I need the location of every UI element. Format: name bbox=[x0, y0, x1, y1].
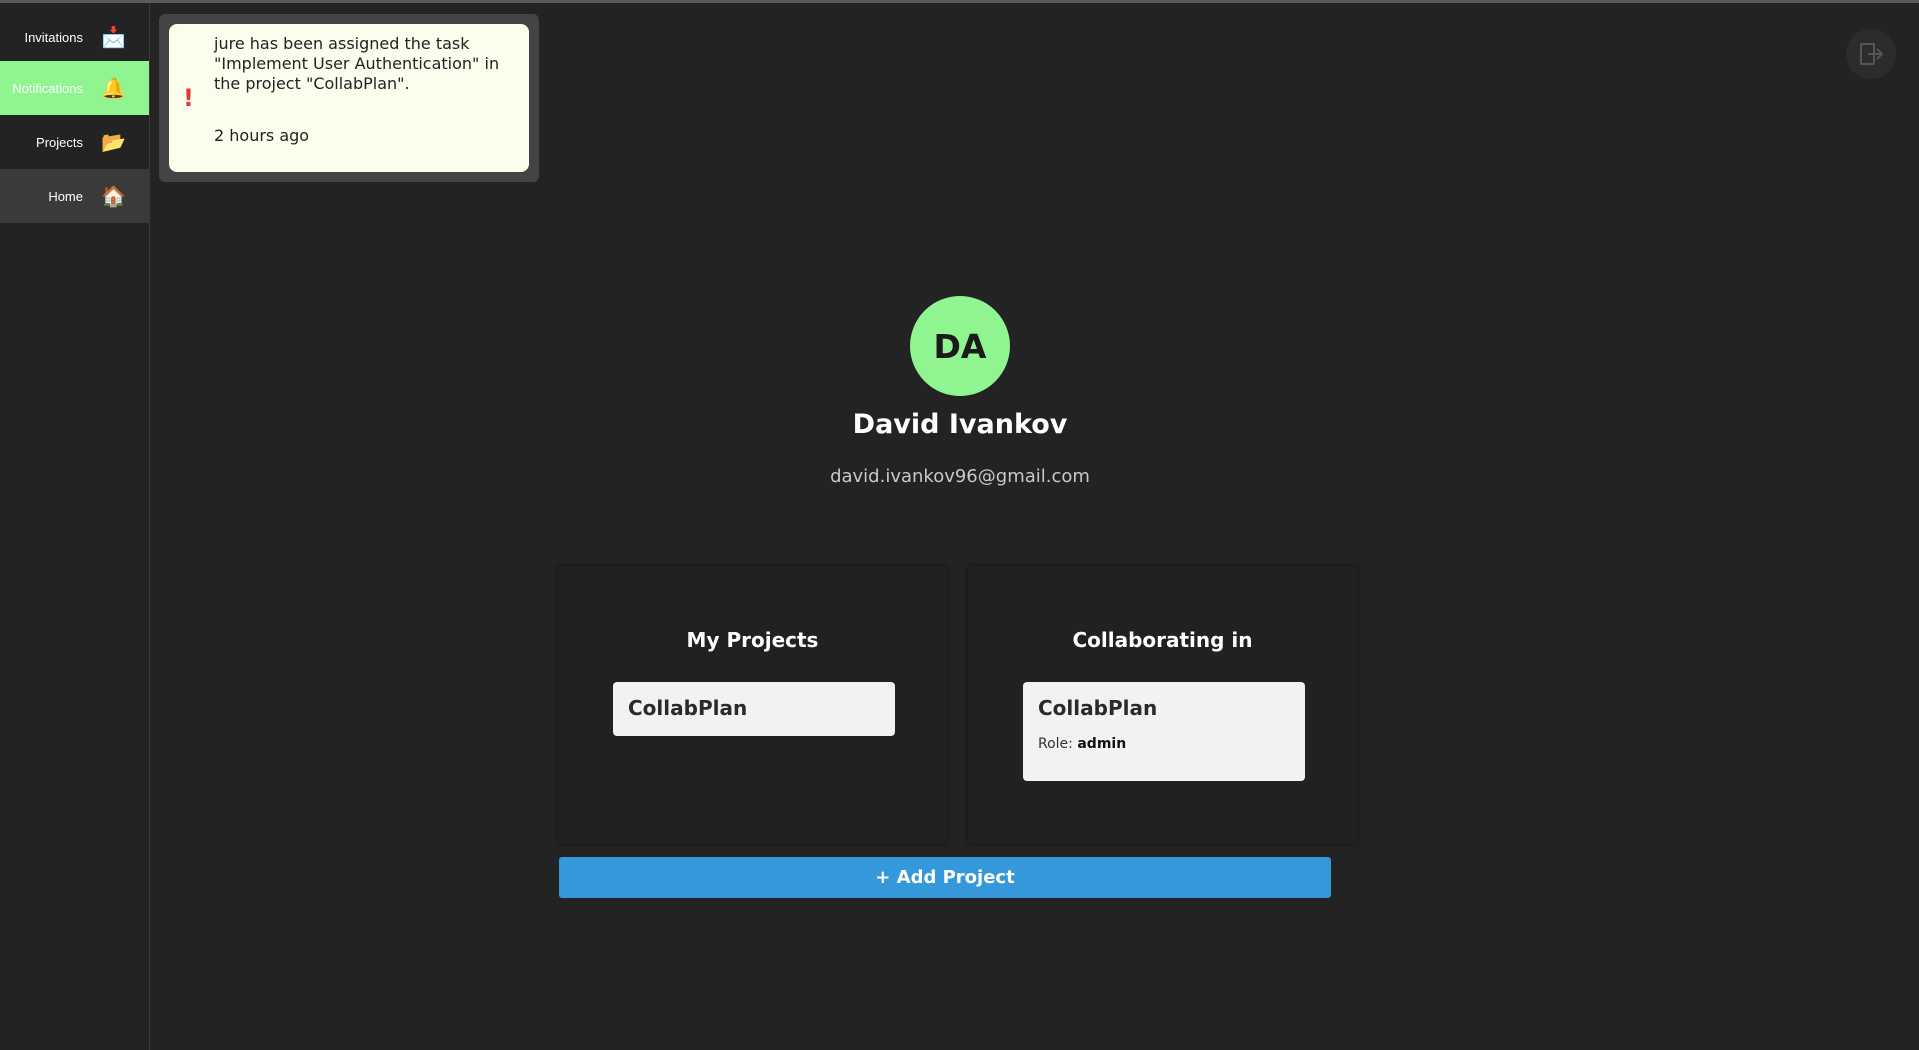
project-name: CollabPlan bbox=[628, 696, 748, 720]
sidebar-item-projects[interactable]: Projects 📂 bbox=[0, 115, 149, 169]
collaborating-panel: Collaborating in CollabPlan Role: admin bbox=[968, 566, 1357, 844]
sidebar-item-label: Notifications bbox=[12, 80, 83, 96]
sidebar-item-home[interactable]: Home 🏠 bbox=[0, 169, 149, 223]
logout-icon bbox=[1860, 43, 1884, 65]
project-card[interactable]: CollabPlan Role: admin bbox=[1023, 682, 1305, 781]
panel-title: My Projects bbox=[686, 628, 819, 652]
avatar: DA bbox=[910, 296, 1010, 396]
top-border bbox=[0, 0, 1919, 3]
notifications-popup: ! jure has been assigned the task "Imple… bbox=[159, 14, 539, 182]
user-email: david.ivankov96@gmail.com bbox=[830, 466, 1090, 487]
house-icon: 🏠 bbox=[101, 184, 126, 208]
sidebar-item-label: Home bbox=[48, 188, 83, 204]
open-folder-icon: 📂 bbox=[101, 130, 126, 154]
sidebar-item-notifications[interactable]: Notifications 🔔 bbox=[0, 61, 149, 115]
notification-card[interactable]: ! jure has been assigned the task "Imple… bbox=[169, 24, 529, 172]
inbox-tray-icon: 📩 bbox=[101, 25, 126, 49]
panel-title: Collaborating in bbox=[1072, 628, 1253, 652]
logout-button[interactable] bbox=[1846, 29, 1896, 79]
notification-message: jure has been assigned the task "Impleme… bbox=[214, 34, 500, 93]
project-role: Role: admin bbox=[1038, 736, 1126, 752]
sidebar: Invitations 📩 Notifications 🔔 Projects 📂… bbox=[0, 3, 150, 1050]
sidebar-item-invitations[interactable]: Invitations 📩 bbox=[0, 10, 149, 64]
user-name: David Ivankov bbox=[852, 409, 1068, 440]
sidebar-item-label: Projects bbox=[36, 134, 83, 150]
role-label: Role: bbox=[1038, 736, 1073, 752]
my-projects-panel: My Projects CollabPlan bbox=[558, 566, 947, 844]
bell-icon: 🔔 bbox=[101, 76, 126, 100]
add-project-button[interactable]: + Add Project bbox=[559, 857, 1331, 898]
project-card[interactable]: CollabPlan bbox=[613, 682, 895, 736]
notification-time: 2 hours ago bbox=[214, 126, 310, 145]
project-name: CollabPlan bbox=[1038, 696, 1158, 720]
exclamation-icon: ! bbox=[183, 84, 194, 112]
role-value: admin bbox=[1077, 736, 1127, 752]
sidebar-item-label: Invitations bbox=[24, 29, 83, 45]
